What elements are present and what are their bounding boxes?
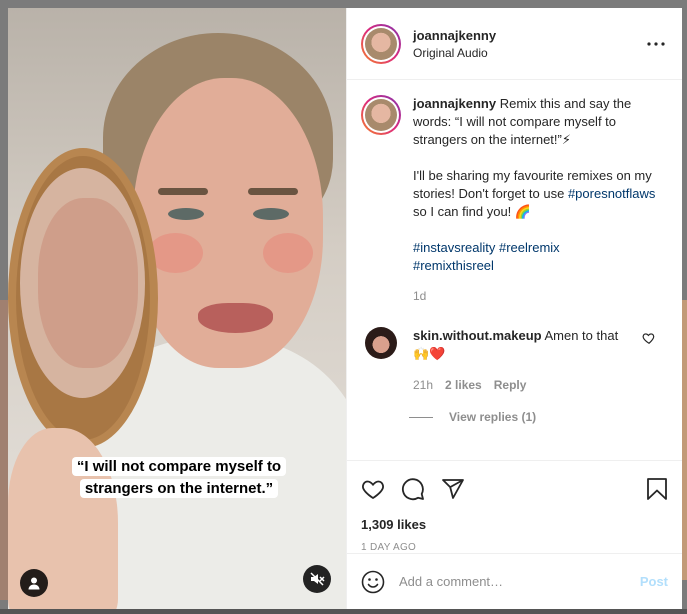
post-caption: joannajkenny Remix this and say the word…	[361, 95, 668, 305]
commenter-username-link[interactable]: skin.without.makeup	[413, 328, 542, 343]
hashtag-instavsreality[interactable]: #instavsreality	[413, 240, 495, 255]
commenter-avatar[interactable]	[365, 327, 397, 359]
more-horizontal-icon	[647, 41, 665, 46]
comment-button[interactable]	[401, 469, 441, 509]
author-avatar[interactable]	[361, 23, 401, 64]
replies-divider-line	[409, 416, 433, 418]
comments-section[interactable]: joannajkenny Remix this and say the word…	[347, 81, 682, 459]
emoji-smiley-icon[interactable]	[361, 570, 385, 594]
user-icon	[28, 577, 40, 590]
heart-icon	[362, 480, 384, 500]
author-username-link[interactable]: joannajkenny	[413, 28, 644, 43]
add-comment-bar: Post	[347, 553, 682, 609]
comment-likes-link[interactable]: 2 likes	[445, 376, 482, 394]
more-options-button[interactable]	[644, 32, 668, 56]
reel-video[interactable]: “I will not compare myself to strangers …	[8, 8, 346, 609]
comment-input[interactable]	[399, 574, 640, 589]
view-replies-button[interactable]: View replies (1)	[409, 410, 668, 424]
tagged-users-button[interactable]	[20, 569, 48, 597]
hashtag-remixthisreel[interactable]: #remixthisreel	[413, 258, 494, 273]
caption-author-avatar[interactable]	[361, 95, 401, 135]
muted-speaker-icon	[310, 572, 325, 586]
reply-button[interactable]: Reply	[494, 376, 527, 394]
comment-timestamp[interactable]: 21h	[413, 376, 433, 394]
post-header: joannajkenny Original Audio	[347, 8, 682, 80]
caption-username-link[interactable]: joannajkenny	[413, 96, 496, 111]
hashtag-reelremix[interactable]: #reelremix	[499, 240, 560, 255]
post-actions: 1,309 likes 1 DAY AGO	[347, 460, 682, 553]
like-button[interactable]	[361, 469, 401, 509]
lightning-emoji: ⚡	[561, 132, 571, 147]
comment-like-heart-icon[interactable]	[642, 331, 656, 345]
save-button[interactable]	[638, 469, 668, 509]
post-comment-button[interactable]: Post	[640, 574, 668, 589]
post-details-panel: joannajkenny Original Audio joannajkenny	[346, 8, 682, 609]
comment-bubble-icon	[401, 478, 424, 501]
paper-plane-icon	[442, 479, 464, 499]
comment-emojis: 🙌❤️	[413, 346, 446, 361]
bookmark-icon	[647, 478, 667, 500]
video-caption: “I will not compare myself to strangers …	[66, 456, 292, 500]
caption-timestamp[interactable]: 1d	[413, 287, 663, 305]
mute-toggle-button[interactable]	[303, 565, 331, 593]
comment-text: Amen to that	[544, 328, 619, 343]
post-modal: “I will not compare myself to strangers …	[8, 8, 682, 609]
rainbow-emoji: 🌈	[514, 204, 532, 219]
likes-count[interactable]: 1,309 likes	[361, 517, 668, 532]
post-date[interactable]: 1 DAY AGO	[361, 542, 668, 553]
comment-item: skin.without.makeup Amen to that 🙌❤️ 21h…	[361, 327, 668, 394]
hashtag-poresnotflaws[interactable]: #poresnotflaws	[568, 186, 655, 201]
audio-link[interactable]: Original Audio	[413, 46, 644, 60]
share-button[interactable]	[441, 469, 481, 509]
